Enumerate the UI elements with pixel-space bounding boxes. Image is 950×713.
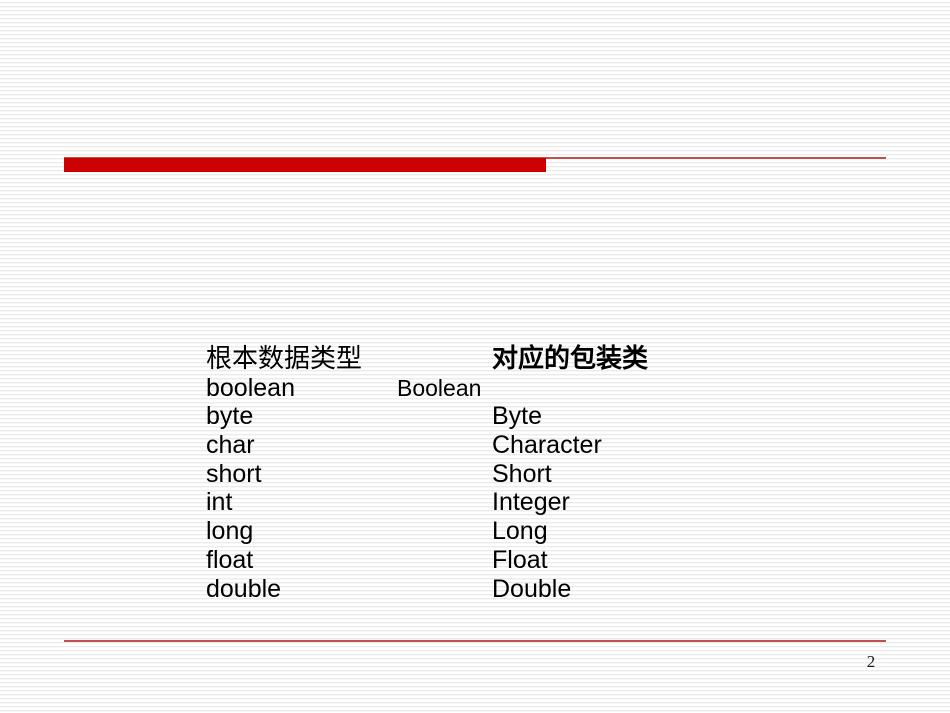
- wrapper-class-float: Float: [492, 545, 548, 574]
- primitive-type-float: float: [206, 545, 254, 574]
- wrapper-class-long: Long: [492, 517, 548, 546]
- table-row: char Character: [206, 431, 846, 460]
- content-table: 根本数据类型 对应的包装类 boolean Boolean byte Byte …: [206, 345, 846, 603]
- primitive-type-boolean: boolean: [206, 373, 295, 402]
- column-header-wrapper: 对应的包装类: [492, 344, 649, 374]
- page-number: 2: [866, 652, 876, 671]
- primitive-type-long: long: [206, 517, 254, 546]
- table-header-row: 根本数据类型 对应的包装类: [206, 345, 846, 374]
- slide-title[interactable]: [64, 40, 886, 145]
- primitive-type-short: short: [206, 459, 262, 488]
- table-row: double Double: [206, 575, 846, 604]
- table-row: float Float: [206, 546, 846, 575]
- wrapper-class-boolean: Boolean: [397, 374, 482, 401]
- slide-canvas: 根本数据类型 对应的包装类 boolean Boolean byte Byte …: [0, 0, 950, 713]
- wrapper-class-character: Character: [492, 431, 602, 460]
- primitive-type-int: int: [206, 488, 233, 517]
- primitive-type-double: double: [206, 574, 282, 603]
- primitive-type-byte: byte: [206, 402, 254, 431]
- table-row: short Short: [206, 460, 846, 489]
- table-row: long Long: [206, 517, 846, 546]
- header-accent-bar: [64, 158, 546, 172]
- footer-accent-rule: [64, 640, 886, 642]
- wrapper-class-byte: Byte: [492, 402, 543, 431]
- table-row: int Integer: [206, 488, 846, 517]
- table-row: boolean Boolean: [206, 374, 846, 403]
- wrapper-class-integer: Integer: [492, 488, 570, 517]
- wrapper-class-short: Short: [492, 459, 552, 488]
- column-header-primitive: 根本数据类型: [206, 344, 363, 374]
- table-row: byte Byte: [206, 402, 846, 431]
- primitive-type-char: char: [206, 431, 255, 460]
- wrapper-class-double: Double: [492, 574, 572, 603]
